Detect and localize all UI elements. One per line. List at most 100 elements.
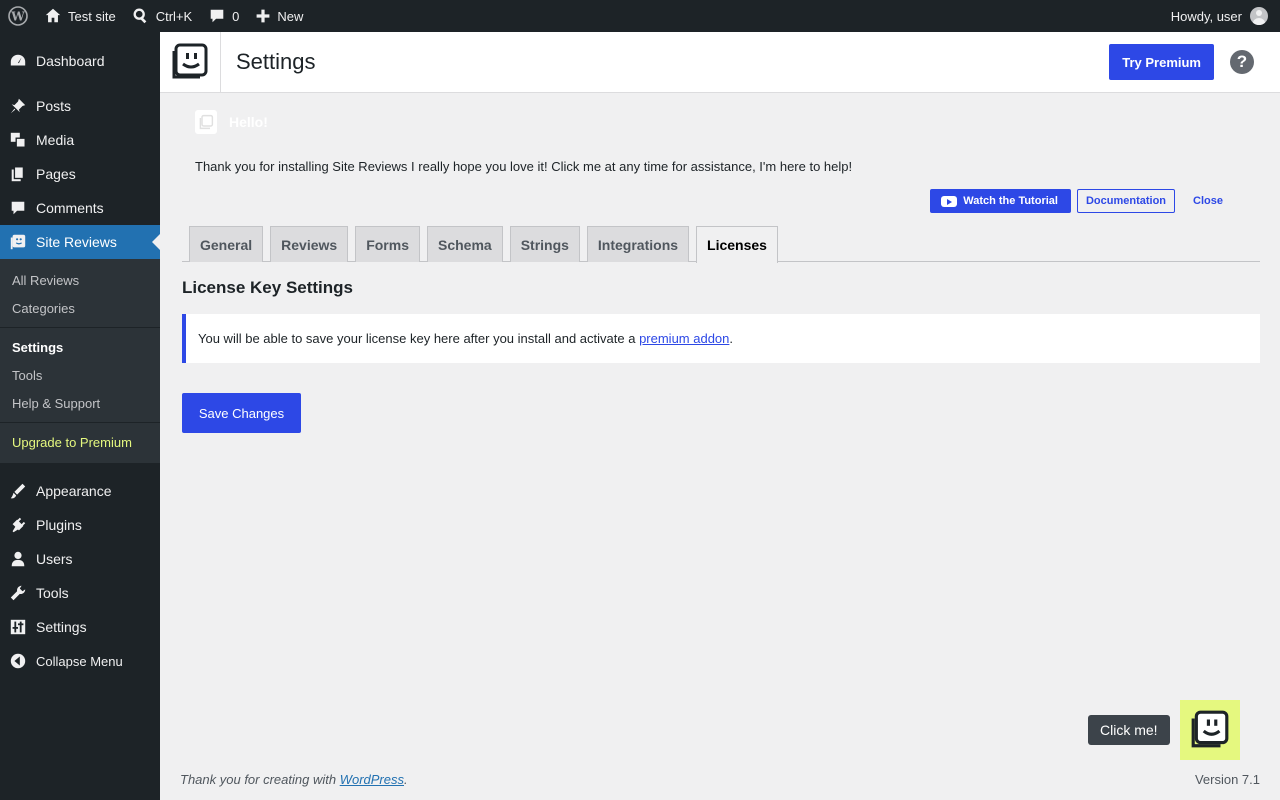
notice-hello-text: Hello! — [229, 114, 268, 130]
tab-forms[interactable]: Forms — [355, 226, 420, 262]
try-premium-button[interactable]: Try Premium — [1109, 44, 1214, 80]
site-reviews-logo-icon — [172, 43, 208, 79]
menu-settings[interactable]: Settings — [0, 610, 160, 644]
menu-posts[interactable]: Posts — [0, 89, 160, 123]
menu-users[interactable]: Users — [0, 542, 160, 576]
watch-tutorial-label: Watch the Tutorial — [963, 195, 1058, 207]
admin-bar: W Test site Ctrl+K 0 New Howdy, user — [0, 0, 1280, 32]
search-icon — [133, 8, 147, 24]
menu-label: Pages — [36, 166, 76, 182]
comment-icon — [8, 198, 28, 218]
footer-thanks: Thank you for creating with WordPress. — [180, 772, 408, 787]
account-menu[interactable]: Howdy, user — [1163, 0, 1280, 32]
menu-label: Comments — [36, 200, 104, 216]
watch-tutorial-button[interactable]: Watch the Tutorial — [930, 189, 1071, 213]
tab-licenses[interactable]: Licenses — [696, 226, 778, 263]
help-icon[interactable]: ? — [1230, 50, 1254, 74]
menu-label: Dashboard — [36, 53, 105, 69]
menu-label: Appearance — [36, 483, 112, 499]
submenu-tools[interactable]: Tools — [0, 361, 160, 389]
home-icon — [45, 8, 61, 23]
search-shortcut-label: Ctrl+K — [155, 8, 193, 24]
wordpress-link[interactable]: WordPress — [340, 772, 404, 787]
menu-tools[interactable]: Tools — [0, 576, 160, 610]
dashboard-icon — [8, 51, 28, 71]
menu-label: Site Reviews — [36, 234, 117, 250]
site-reviews-submenu: All Reviews Categories Settings Tools He… — [0, 259, 160, 463]
pages-icon — [8, 164, 28, 184]
footer-thanks-prefix: Thank you for creating with — [180, 772, 340, 787]
collapse-icon — [8, 651, 28, 671]
menu-dashboard[interactable]: Dashboard — [0, 44, 160, 78]
submenu-divider — [0, 327, 160, 328]
youtube-icon — [941, 195, 958, 207]
wrench-icon — [8, 583, 28, 603]
footer-version: Version 7.1 — [1194, 772, 1260, 787]
premium-addon-link[interactable]: premium addon — [639, 331, 729, 346]
save-changes-button[interactable]: Save Changes — [182, 393, 301, 433]
brush-icon — [8, 481, 28, 501]
close-notice-button[interactable]: Close — [1181, 189, 1240, 213]
menu-label: Posts — [36, 98, 72, 114]
plug-icon — [8, 515, 28, 535]
sliders-icon — [8, 617, 28, 637]
notice-buttons: Watch the Tutorial Documentation Close — [930, 189, 1240, 213]
section-title: License Key Settings — [182, 278, 354, 297]
tab-general[interactable]: General — [189, 226, 264, 262]
menu-collapse[interactable]: Collapse Menu — [0, 644, 160, 678]
menu-label: Settings — [36, 619, 87, 635]
submenu-all-reviews[interactable]: All Reviews — [0, 266, 160, 294]
site-reviews-small-icon — [195, 110, 217, 134]
tab-integrations[interactable]: Integrations — [586, 226, 690, 262]
menu-site-reviews[interactable]: Site Reviews — [0, 225, 160, 259]
documentation-button[interactable]: Documentation — [1076, 189, 1176, 213]
menu-label: Media — [36, 132, 75, 148]
notice-message[interactable]: Thank you for installing Site Reviews I … — [195, 159, 852, 174]
menu-label: Tools — [36, 585, 69, 601]
site-name: Test site — [68, 8, 116, 24]
comments-count: 0 — [232, 8, 240, 24]
search-shortcut[interactable]: Ctrl+K — [124, 0, 200, 32]
license-info-box: You will be able to save your license ke… — [182, 314, 1260, 363]
info-suffix: . — [729, 331, 734, 346]
menu-appearance[interactable]: Appearance — [0, 474, 160, 508]
avatar — [1250, 7, 1268, 25]
footer-thanks-suffix: . — [404, 772, 408, 787]
tab-strings[interactable]: Strings — [509, 226, 580, 262]
page-header: Settings Try Premium ? — [160, 32, 1280, 93]
admin-sidebar: Dashboard Posts Media Pages Comments Sit… — [0, 32, 160, 800]
submenu-divider — [0, 422, 160, 423]
new-content-link[interactable]: New — [247, 0, 311, 32]
menu-pages[interactable]: Pages — [0, 157, 160, 191]
tab-schema[interactable]: Schema — [426, 226, 503, 262]
greeting: Howdy, user — [1170, 8, 1242, 24]
menu-label: Users — [36, 551, 73, 567]
site-reviews-icon — [8, 232, 28, 252]
menu-media[interactable]: Media — [0, 123, 160, 157]
notice-hello: Hello! — [195, 110, 268, 134]
tab-reviews[interactable]: Reviews — [270, 226, 349, 262]
comments-link[interactable]: 0 — [200, 0, 247, 32]
settings-tabs: General Reviews Forms Schema Strings Int… — [182, 226, 1260, 263]
pin-icon — [8, 96, 28, 116]
media-icon — [8, 130, 28, 150]
submenu-help-support[interactable]: Help & Support — [0, 389, 160, 417]
plus-icon — [257, 9, 270, 23]
submenu-categories[interactable]: Categories — [0, 294, 160, 322]
info-text: You will be able to save your license ke… — [198, 331, 733, 346]
submenu-upgrade[interactable]: Upgrade to Premium — [0, 428, 160, 456]
menu-comments[interactable]: Comments — [0, 191, 160, 225]
assistant-button[interactable] — [1180, 700, 1240, 760]
site-name-link[interactable]: Test site — [36, 0, 124, 32]
submenu-settings[interactable]: Settings — [0, 333, 160, 361]
page-title: Settings — [236, 49, 316, 74]
assistant-bubble[interactable]: Click me! — [1088, 715, 1170, 745]
comment-icon — [210, 9, 224, 23]
svg-text:W: W — [10, 10, 25, 24]
wordpress-icon: W — [8, 6, 28, 26]
menu-label: Plugins — [36, 517, 82, 533]
wordpress-logo-button[interactable]: W — [0, 0, 36, 32]
menu-plugins[interactable]: Plugins — [0, 508, 160, 542]
user-icon — [8, 549, 28, 569]
site-reviews-logo — [160, 32, 221, 92]
